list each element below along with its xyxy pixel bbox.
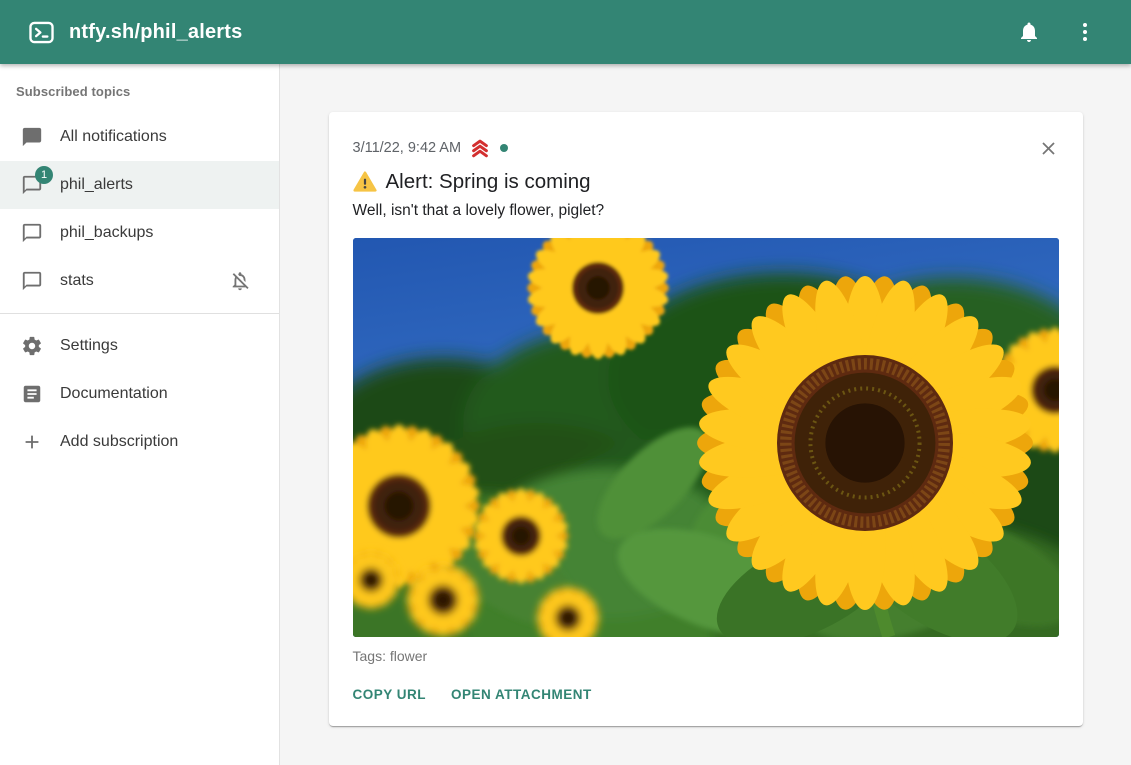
sidebar-item-settings[interactable]: Settings <box>0 322 279 370</box>
notification-title-row: Alert: Spring is coming <box>353 168 1059 196</box>
sidebar-item-label: Settings <box>60 337 118 355</box>
sidebar-item-stats[interactable]: stats <box>0 257 279 305</box>
notification-meta-row: 3/11/22, 9:42 AM <box>353 136 1059 160</box>
sidebar-item-add-subscription[interactable]: Add subscription <box>0 418 279 466</box>
open-attachment-button[interactable]: OPEN ATTACHMENT <box>451 679 592 710</box>
attachment-image[interactable] <box>353 238 1059 637</box>
sidebar: Subscribed topics All notifications 1 ph… <box>0 64 280 765</box>
chat-bubble-outline-icon <box>20 221 44 245</box>
sidebar-item-label: Documentation <box>60 385 168 403</box>
chat-bubble-filled-icon <box>20 125 44 149</box>
app-bar: ntfy.sh/phil_alerts <box>0 0 1131 64</box>
chat-bubble-outline-icon: 1 <box>20 173 44 197</box>
unread-count-badge: 1 <box>35 166 53 184</box>
notification-tags: Tags: flower <box>353 646 1059 666</box>
close-icon <box>1038 138 1059 159</box>
article-icon <box>20 382 44 406</box>
sidebar-item-label: All notifications <box>60 128 167 146</box>
warning-icon <box>353 170 377 194</box>
notification-card: 3/11/22, 9:42 AM <box>329 112 1083 726</box>
notification-timestamp: 3/11/22, 9:42 AM <box>353 140 462 156</box>
gear-icon <box>20 334 44 358</box>
sidebar-item-phil-backups[interactable]: phil_backups <box>0 209 279 257</box>
notification-actions: COPY URL OPEN ATTACHMENT <box>353 679 1059 710</box>
sidebar-divider <box>0 313 279 314</box>
kebab-menu-icon <box>1073 20 1097 44</box>
bell-icon <box>1017 20 1041 44</box>
sidebar-item-label: stats <box>60 272 94 290</box>
sidebar-item-all-notifications[interactable]: All notifications <box>0 113 279 161</box>
sidebar-item-label: Add subscription <box>60 433 178 451</box>
notification-body: Well, isn't that a lovely flower, piglet… <box>353 200 1059 222</box>
notifications-button[interactable] <box>1009 12 1049 52</box>
notification-title: Alert: Spring is coming <box>386 168 591 196</box>
sidebar-item-documentation[interactable]: Documentation <box>0 370 279 418</box>
notifications-off-icon <box>229 270 251 292</box>
main-content: 3/11/22, 9:42 AM <box>280 64 1131 765</box>
overflow-menu-button[interactable] <box>1065 12 1105 52</box>
close-notification-button[interactable] <box>1034 134 1063 163</box>
plus-icon <box>20 430 44 454</box>
copy-url-button[interactable]: COPY URL <box>353 679 427 710</box>
priority-max-icon <box>469 137 491 159</box>
chat-bubble-outline-icon <box>20 269 44 293</box>
new-indicator-dot <box>500 144 508 152</box>
sidebar-item-label: phil_alerts <box>60 176 133 194</box>
subscribed-topics-label: Subscribed topics <box>0 84 279 113</box>
sidebar-item-label: phil_backups <box>60 224 153 242</box>
terminal-icon <box>28 19 55 46</box>
sidebar-item-phil-alerts[interactable]: 1 phil_alerts <box>0 161 279 209</box>
page-title: ntfy.sh/phil_alerts <box>69 21 242 44</box>
